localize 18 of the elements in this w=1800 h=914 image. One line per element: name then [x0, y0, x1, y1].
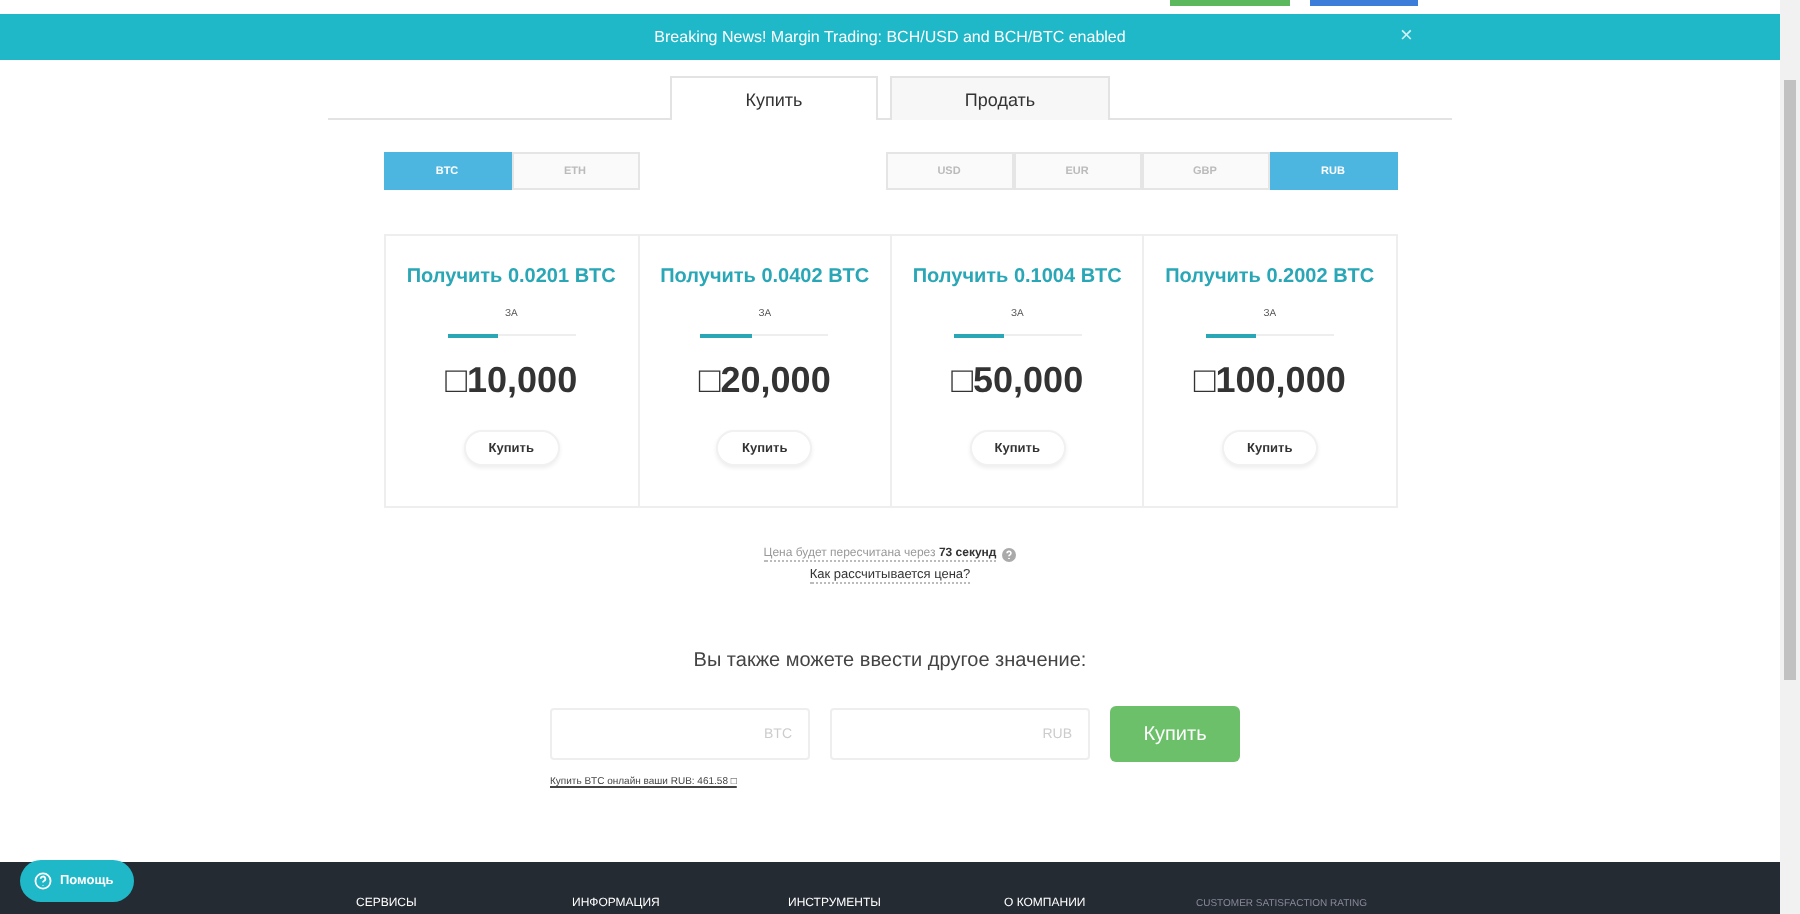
offer-price: □10,000	[445, 360, 578, 402]
banner-text: Breaking News! Margin Trading: BCH/USD and BCH/BTC enabled	[654, 28, 1126, 46]
custom-heading: Вы также можете ввести другое значение:	[693, 650, 1087, 672]
header-button[interactable]	[1310, 0, 1418, 6]
offer-title: Получить 0.0201 BTC	[406, 266, 616, 288]
tab[interactable]: Продать	[890, 76, 1110, 120]
offer-title: Получить 0.1004 BTC	[912, 266, 1122, 288]
header-button[interactable]	[1170, 0, 1290, 6]
offer-price: □100,000	[1193, 360, 1346, 402]
offer-title: Получить 0.0402 BTC	[660, 266, 870, 288]
offer-title: Получить 0.2002 BTC	[1165, 266, 1375, 288]
offer-price: □20,000	[698, 360, 831, 402]
buy-button[interactable]: Купить	[1110, 706, 1240, 762]
close-icon[interactable]: ×	[1400, 24, 1413, 48]
tab[interactable]: Купить	[670, 76, 878, 120]
question-icon	[34, 872, 52, 890]
offer-price: □50,000	[951, 360, 1084, 402]
help-icon[interactable]	[1002, 548, 1017, 562]
